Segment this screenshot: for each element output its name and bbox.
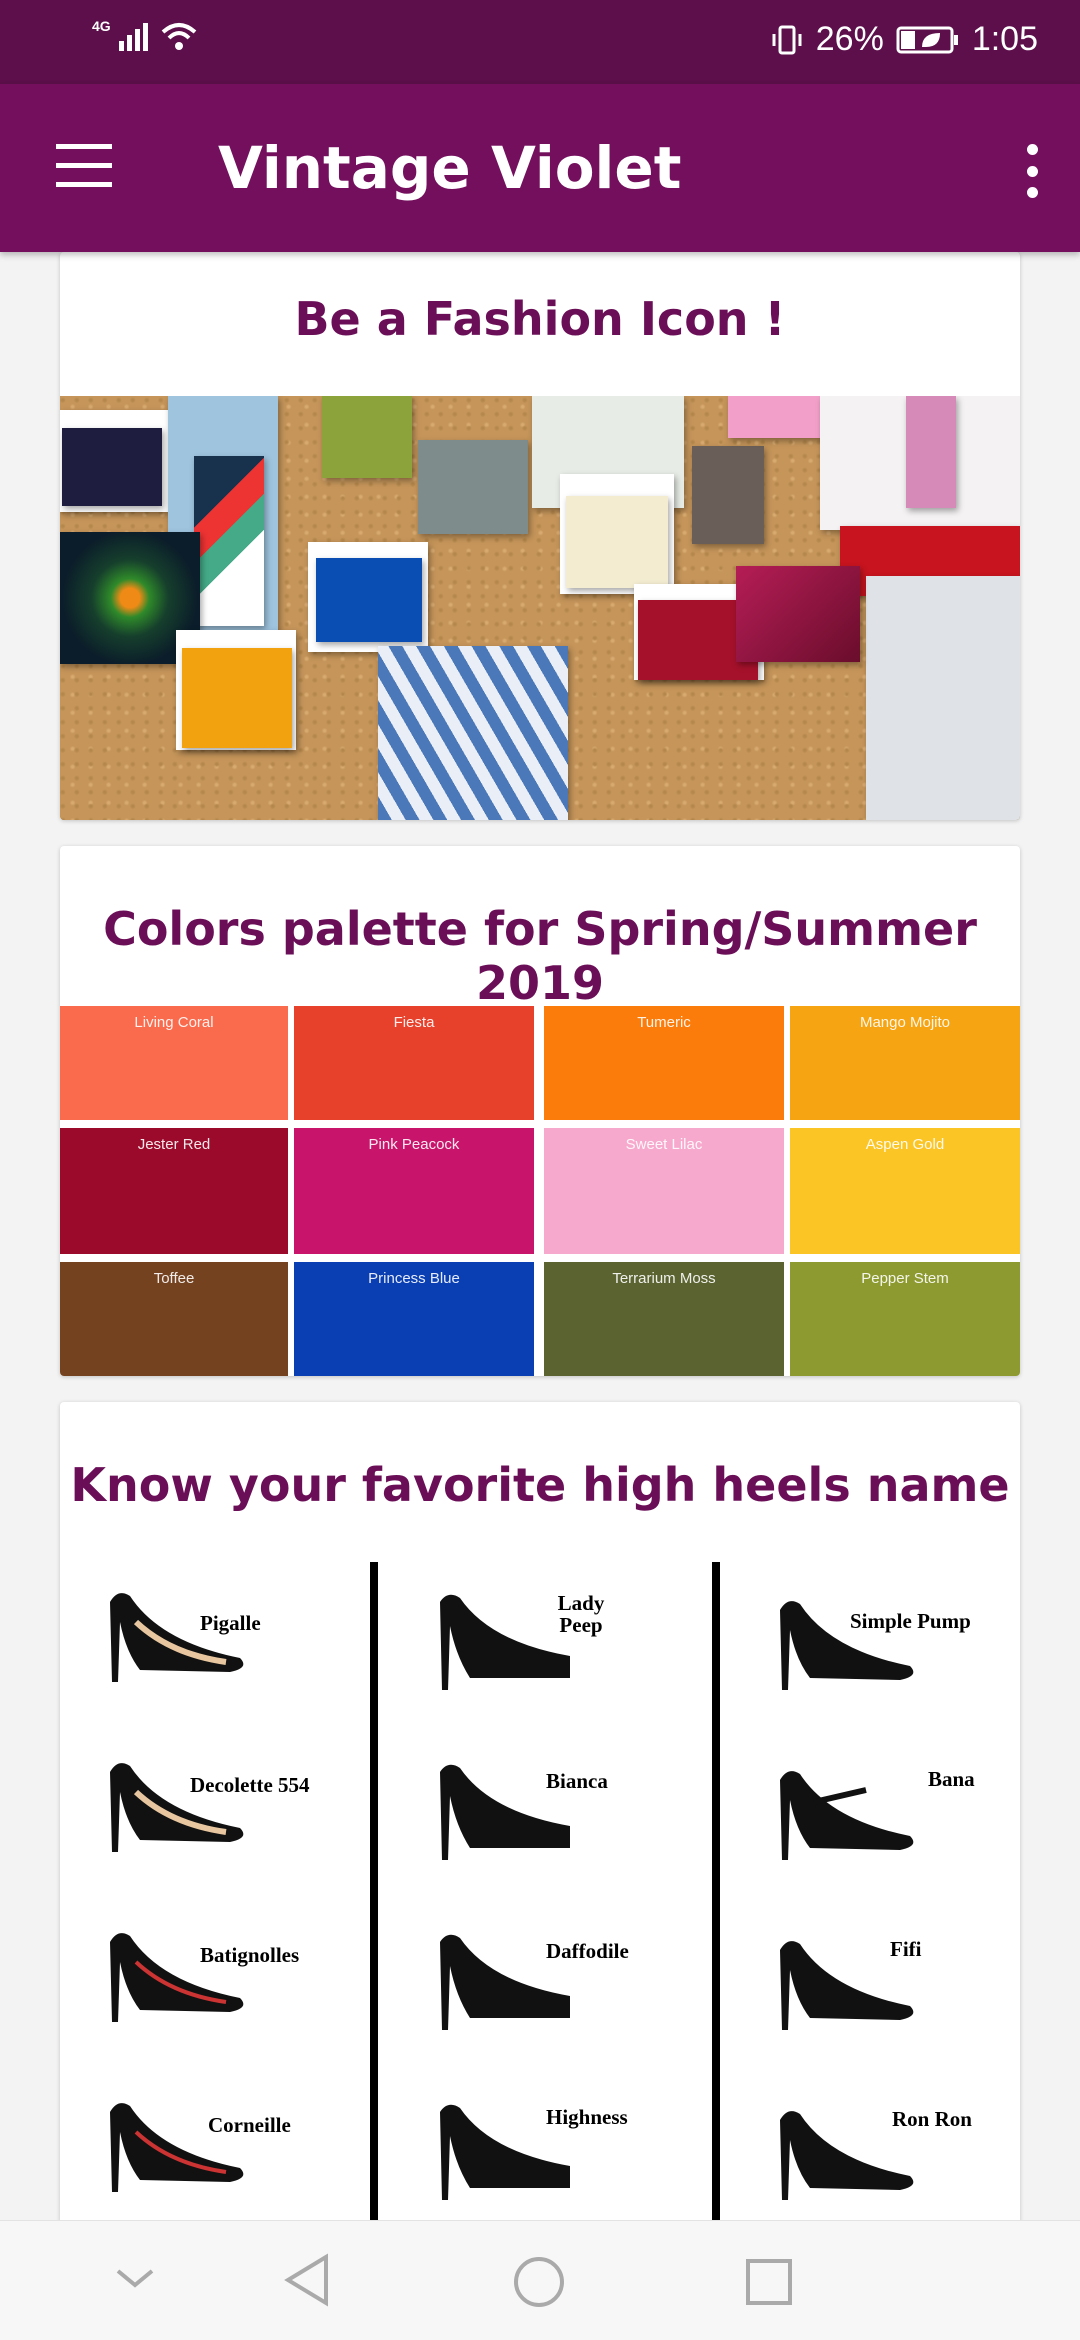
status-right: 26% 1:05 xyxy=(770,20,1038,59)
shoe-bana-image xyxy=(780,1771,914,1860)
shoe-label: Ron Ron xyxy=(892,2107,972,2131)
back-triangle-icon[interactable] xyxy=(282,2253,332,2307)
color-palette-card[interactable]: Colors palette for Spring/Summer 2019 Li… xyxy=(60,846,1020,1376)
shoe-label: Highness xyxy=(546,2105,628,2129)
battery-icon xyxy=(896,26,958,53)
chevron-down-icon[interactable] xyxy=(112,2263,158,2293)
app-title: Vintage Violet xyxy=(218,134,682,202)
network-type: 4G xyxy=(92,18,111,34)
palette-card-title: Colors palette for Spring/Summer 2019 xyxy=(103,902,977,1010)
fashion-icon-card[interactable]: Be a Fashion Icon ! xyxy=(60,252,1020,820)
palette-tile: Terrarium Moss xyxy=(544,1262,784,1376)
column-divider xyxy=(712,1562,720,2220)
shoe-label: Daffodile xyxy=(546,1939,629,1963)
shoe-corneille-image xyxy=(110,2103,244,2192)
shoe-label: Bianca xyxy=(546,1769,608,1793)
palette-tile: Fiesta xyxy=(294,1006,534,1120)
more-vertical-icon[interactable] xyxy=(1020,144,1044,198)
palette-tile: Jester Red xyxy=(60,1128,288,1254)
fashion-card-title: Be a Fashion Icon ! xyxy=(294,292,786,346)
high-heels-card[interactable]: Know your favorite high heels name Pigal… xyxy=(60,1402,1020,2220)
shoe-decolette-image xyxy=(110,1763,244,1852)
system-nav-bar xyxy=(0,2220,1080,2340)
shoe-label: Decolette 554 xyxy=(190,1773,310,1797)
column-divider xyxy=(370,1562,378,2220)
palette-tile: Pink Peacock xyxy=(294,1128,534,1254)
shoe-label: Fifi xyxy=(890,1937,922,1961)
palette-tile: Aspen Gold xyxy=(790,1128,1020,1254)
status-left: 4G xyxy=(92,18,199,52)
shoe-label: Corneille xyxy=(208,2113,291,2137)
palette-tile: Princess Blue xyxy=(294,1262,534,1376)
battery-percent: 26% xyxy=(815,20,884,58)
shoe-label: Lady Peep xyxy=(557,1591,605,1637)
wifi-icon xyxy=(161,23,197,50)
content-scroll[interactable]: Be a Fashion Icon ! Colors palette for S… xyxy=(0,252,1080,2220)
palette-tile: Sweet Lilac xyxy=(544,1128,784,1254)
shoe-batignolles-image xyxy=(110,1933,244,2022)
palette-grid: Living Coral Fiesta Tumeric Mango Mojito… xyxy=(60,1006,1020,1376)
status-bar: 4G 26% 1:05 xyxy=(0,0,1080,84)
shoe-simple-pump-image xyxy=(780,1601,914,1690)
palette-tile: Toffee xyxy=(60,1262,288,1376)
palette-tile: Living Coral xyxy=(60,1006,288,1120)
shoe-label: Bana xyxy=(928,1767,975,1791)
heels-card-title: Know your favorite high heels name xyxy=(70,1458,1010,1512)
shoe-pigalle-image xyxy=(110,1593,244,1682)
app-bar: Vintage Violet xyxy=(0,84,1080,252)
heels-chart-image: Pigalle Decolette 554 Batignolles Cornei… xyxy=(60,1562,1020,2220)
home-circle-icon[interactable] xyxy=(512,2255,566,2309)
palette-tile: Pepper Stem xyxy=(790,1262,1020,1376)
hamburger-menu-icon[interactable] xyxy=(56,144,112,188)
palette-tile: Mango Mojito xyxy=(790,1006,1020,1120)
signal-icon xyxy=(118,23,148,51)
clock: 1:05 xyxy=(971,20,1038,58)
vibrate-icon xyxy=(772,25,802,54)
palette-tile: Tumeric xyxy=(544,1006,784,1120)
shoe-label: Batignolles xyxy=(200,1943,300,1967)
shoe-label: Pigalle xyxy=(200,1611,261,1635)
recents-square-icon[interactable] xyxy=(744,2257,794,2307)
fashion-moodboard-image xyxy=(60,396,1020,820)
shoe-label: Simple Pump xyxy=(850,1609,971,1633)
